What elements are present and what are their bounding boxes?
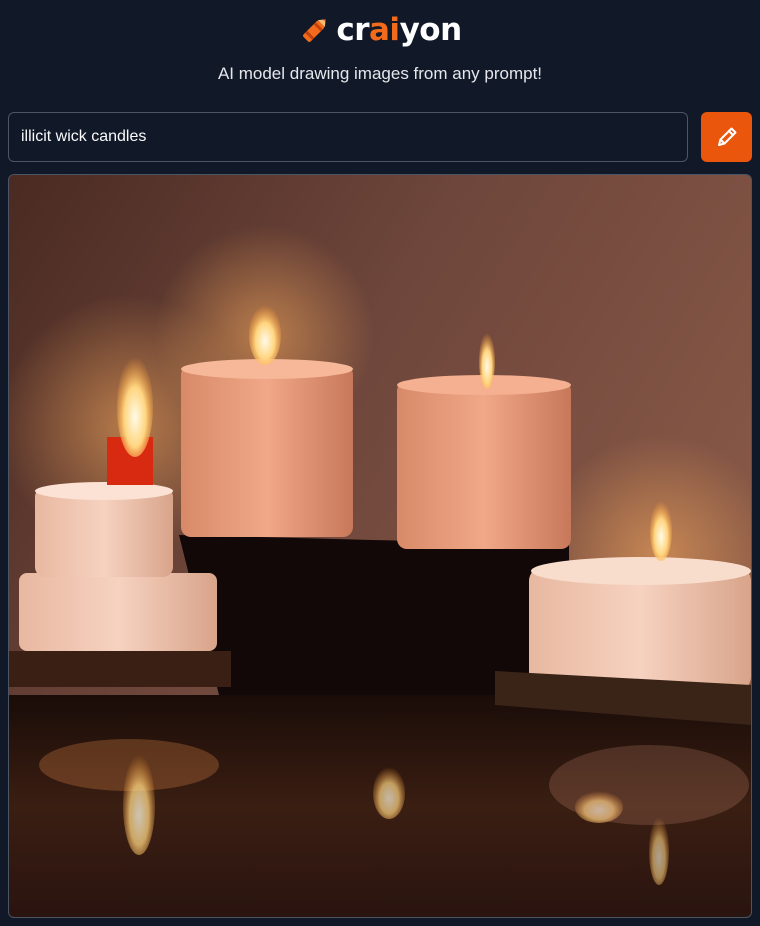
crayon-icon [303, 19, 326, 42]
logo-text: craiyon [336, 12, 462, 48]
candles-image [9, 175, 751, 917]
craiyon-page: craiyon AI model drawing images from any… [0, 0, 760, 926]
pencil-icon [717, 127, 736, 146]
generated-image[interactable] [8, 174, 752, 918]
logo[interactable]: craiyon [0, 12, 760, 48]
prompt-input[interactable] [8, 112, 688, 162]
tagline: AI model drawing images from any prompt! [217, 64, 543, 83]
prompt-row [8, 112, 752, 162]
draw-button[interactable] [701, 112, 752, 162]
